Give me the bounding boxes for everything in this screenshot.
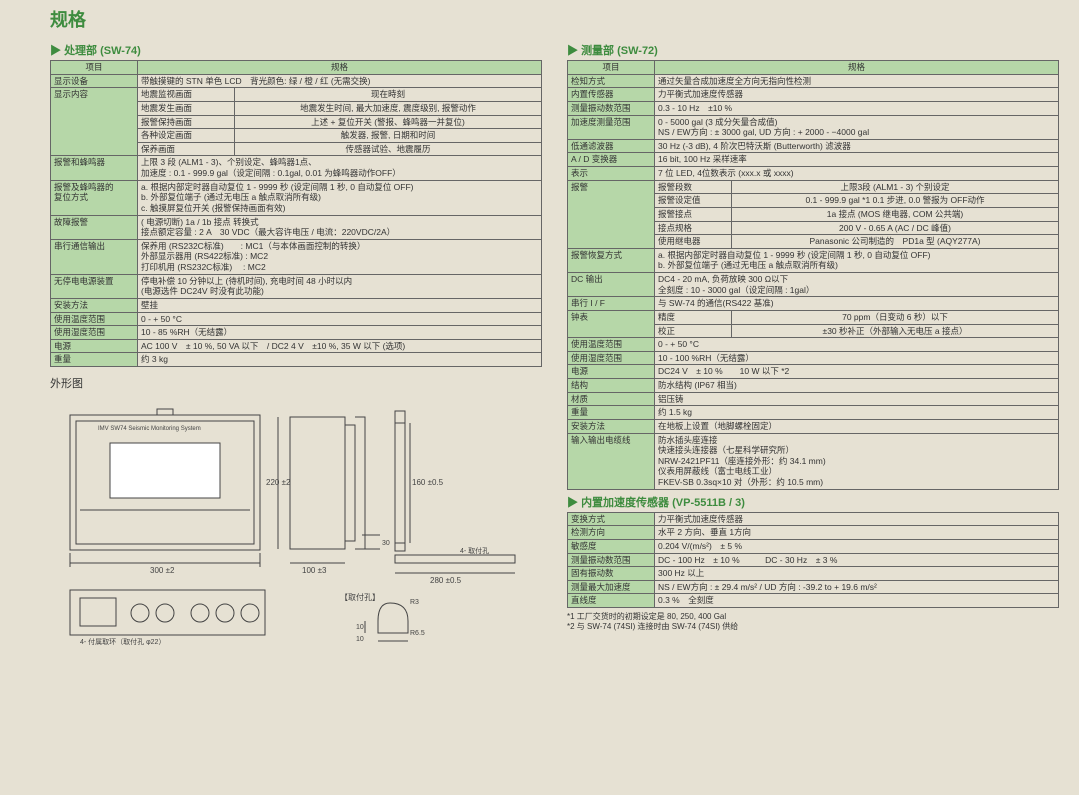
header-spec-r: 规格 — [655, 61, 1059, 75]
svg-text:4- 取付孔: 4- 取付孔 — [460, 546, 489, 555]
svg-text:160 ±0.5: 160 ±0.5 — [412, 478, 444, 487]
outline-label: 外形图 — [50, 375, 542, 391]
header-spec: 规格 — [138, 61, 542, 75]
svg-text:R6.5: R6.5 — [410, 630, 425, 637]
right-section-a-title: 测量部 (SW-72) — [567, 42, 1059, 58]
header-item-r: 项目 — [568, 61, 655, 75]
svg-text:10: 10 — [356, 636, 364, 643]
left-section-title: 处理部 (SW-74) — [50, 42, 542, 58]
left-column: 处理部 (SW-74) 项目 规格 显示设备 带触摸键的 STN 单色 LCD … — [50, 38, 542, 647]
svg-text:100 ±3: 100 ±3 — [302, 566, 327, 575]
right-spec-table-b: 变换方式力平衡式加速度传感器 检测方向水平 2 方向、垂直 1方向 敏感度0.2… — [567, 512, 1059, 608]
right-section-b-title: 内置加速度传感器 (VP-5511B / 3) — [567, 494, 1059, 510]
svg-text:300 ±2: 300 ±2 — [150, 566, 175, 575]
right-column: 测量部 (SW-72) 项目 规格 检知方式通过矢量合成加速度全方向无指向性检测… — [567, 38, 1059, 647]
outline-drawing: 300 ±2 220 ±2 100 ±3 — [50, 395, 530, 645]
svg-text:30: 30 — [382, 540, 390, 547]
left-spec-table: 项目 规格 显示设备 带触摸键的 STN 单色 LCD 背光颜色: 绿 / 橙 … — [50, 60, 542, 367]
header-item: 项目 — [51, 61, 138, 75]
svg-text:10: 10 — [356, 624, 364, 631]
svg-text:IMV SW74 Seismic Monitoring S: IMV SW74 Seismic Monitoring System — [98, 426, 201, 432]
page-title: 规格 — [50, 6, 1059, 32]
svg-text:280 ±0.5: 280 ±0.5 — [430, 576, 462, 585]
svg-text:R3: R3 — [410, 599, 419, 606]
svg-text:220 ±2: 220 ±2 — [266, 478, 291, 487]
footnotes: *1 工厂交货时的初期设定是 80, 250, 400 Gal *2 与 SW-… — [567, 612, 1059, 633]
svg-text:4- 付属取环（取付孔 φ22）: 4- 付属取环（取付孔 φ22） — [80, 637, 165, 645]
right-spec-table-a: 项目 规格 检知方式通过矢量合成加速度全方向无指向性检测 内置传感器力平衡式加速… — [567, 60, 1059, 490]
svg-text:【取付孔】: 【取付孔】 — [340, 592, 380, 602]
